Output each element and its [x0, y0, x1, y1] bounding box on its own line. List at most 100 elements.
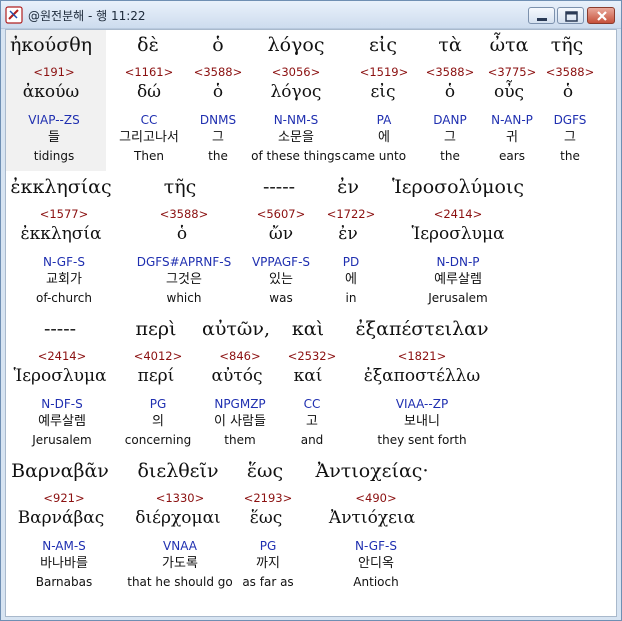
strong-number[interactable]: <3588>	[546, 65, 595, 79]
morph-code: CC	[303, 397, 321, 411]
greek-word[interactable]: Ἀντιοχείας·	[316, 460, 429, 482]
greek-word[interactable]: περὶ	[136, 318, 177, 340]
maximize-button[interactable]	[557, 7, 584, 24]
lemma: Βαρνάβας	[17, 508, 105, 528]
lemma: ὁ	[212, 82, 224, 102]
morph-code: PA	[376, 113, 392, 127]
strong-number[interactable]: <4012>	[134, 349, 183, 363]
korean-gloss: 에	[378, 130, 390, 145]
morph-code: N-DF-S	[41, 397, 83, 411]
korean-gloss: 그것은	[166, 272, 202, 287]
greek-word[interactable]: διελθεῖν	[137, 460, 218, 482]
korean-gloss: 있는	[269, 272, 293, 287]
lemma: ἕως	[249, 508, 283, 528]
korean-gloss: 그리고나서	[119, 130, 179, 145]
interlinear-panel: ἠκούσθη <191> ἀκούω VIAP--ZS 들 tidings δ…	[5, 29, 617, 617]
english-gloss: which	[166, 291, 202, 305]
strong-number[interactable]: <3775>	[488, 65, 537, 79]
strong-number[interactable]: <1519>	[360, 65, 409, 79]
strong-number[interactable]: <1722>	[327, 207, 376, 221]
maximize-icon	[565, 11, 578, 22]
english-gloss: and	[300, 433, 324, 447]
greek-word[interactable]: τῆς	[164, 176, 197, 198]
morph-code: VNAA	[163, 539, 197, 553]
strong-number[interactable]: <2532>	[288, 349, 337, 363]
morph-code: VPPAGF-S	[251, 255, 311, 269]
greek-word[interactable]: -----	[44, 318, 76, 340]
strong-number[interactable]: <5607>	[257, 207, 306, 221]
greek-word[interactable]: Ἱεροσολύμοις	[392, 176, 524, 198]
english-gloss: of-church	[36, 291, 92, 305]
english-gloss: Then	[134, 149, 164, 163]
greek-word[interactable]: λόγος	[268, 34, 325, 56]
korean-gloss: 교회가	[46, 272, 82, 287]
strong-number[interactable]: <3588>	[194, 65, 243, 79]
english-gloss: as far as	[242, 575, 294, 589]
window-title: @원전분해 - 행 11:22	[28, 9, 146, 23]
greek-word[interactable]: αὐτῶν,	[202, 318, 270, 340]
minimize-button[interactable]	[528, 7, 555, 24]
strong-number[interactable]: <2193>	[244, 491, 293, 505]
greek-word[interactable]: -----	[263, 176, 295, 198]
morph-code: N-GF-S	[355, 539, 397, 553]
lemma: δώ	[136, 82, 162, 102]
lemma: καί	[293, 366, 323, 386]
strong-number[interactable]: <3056>	[272, 65, 321, 79]
english-gloss: in	[345, 291, 357, 305]
lemma: ὁ	[444, 82, 456, 102]
strong-number[interactable]: <2414>	[434, 207, 483, 221]
greek-word[interactable]: εἰς	[369, 34, 397, 56]
strong-number[interactable]: <1161>	[125, 65, 174, 79]
korean-gloss: 소문을	[278, 130, 314, 145]
strong-number[interactable]: <490>	[355, 491, 396, 505]
english-gloss: them	[224, 433, 256, 447]
strong-number[interactable]: <1577>	[40, 207, 89, 221]
korean-gloss: 에	[345, 272, 357, 287]
greek-word[interactable]: ἐν	[337, 176, 359, 198]
korean-gloss: 가도록	[162, 556, 198, 571]
strong-number[interactable]: <1821>	[398, 349, 447, 363]
lemma: ἀκούω	[22, 82, 80, 102]
korean-gloss: 그	[564, 130, 576, 145]
greek-word[interactable]: ἐξαπέστειλαν	[355, 318, 488, 340]
strong-number[interactable]: <921>	[43, 491, 84, 505]
korean-gloss: 예루살렘	[434, 272, 482, 287]
english-gloss: came unto	[341, 149, 407, 163]
lemma: ἐξαποστέλλω	[363, 366, 481, 386]
english-gloss: Jerusalem	[428, 291, 488, 305]
lemma: αὐτός	[211, 366, 263, 386]
strong-number[interactable]: <2414>	[38, 349, 87, 363]
morph-code: PD	[342, 255, 360, 269]
korean-gloss: 까지	[256, 556, 280, 571]
korean-gloss: 의	[152, 414, 164, 429]
strong-number[interactable]: <191>	[33, 65, 74, 79]
morph-code: N-GF-S	[43, 255, 85, 269]
greek-word[interactable]: ὦτα	[490, 34, 529, 56]
morph-code: NPGMZP	[214, 397, 266, 411]
english-gloss: concerning	[124, 433, 192, 447]
greek-word[interactable]: τὰ	[438, 34, 461, 56]
greek-word[interactable]: ἐκκλησίας	[10, 176, 111, 198]
greek-word[interactable]: ὁ	[212, 34, 223, 56]
close-button[interactable]	[587, 7, 615, 24]
greek-word[interactable]: τῆς	[551, 34, 584, 56]
lemma: Ἀντιόχεια	[328, 508, 416, 528]
title-bar[interactable]: @원전분해 - 행 11:22	[1, 1, 621, 29]
korean-gloss: 이 사람들	[214, 414, 266, 429]
app-icon[interactable]	[5, 6, 23, 24]
strong-number[interactable]: <846>	[219, 349, 260, 363]
strong-number[interactable]: <3588>	[426, 65, 475, 79]
greek-word[interactable]: καὶ	[292, 318, 324, 340]
english-gloss: tidings	[33, 149, 75, 163]
greek-word[interactable]: ἠκούσθη	[10, 34, 92, 56]
strong-number[interactable]: <3588>	[160, 207, 209, 221]
greek-word[interactable]: ἕως	[247, 460, 283, 482]
greek-word[interactable]: Βαρναβᾶν	[11, 460, 109, 482]
strong-number[interactable]: <1330>	[156, 491, 205, 505]
lemma: οὖς	[493, 82, 525, 102]
lemma: ἐν	[338, 224, 358, 244]
korean-gloss: 바나바를	[40, 556, 88, 571]
lemma: Ἱεροσλυμα	[411, 224, 505, 244]
minimize-icon	[537, 18, 547, 21]
greek-word[interactable]: δὲ	[137, 34, 159, 56]
